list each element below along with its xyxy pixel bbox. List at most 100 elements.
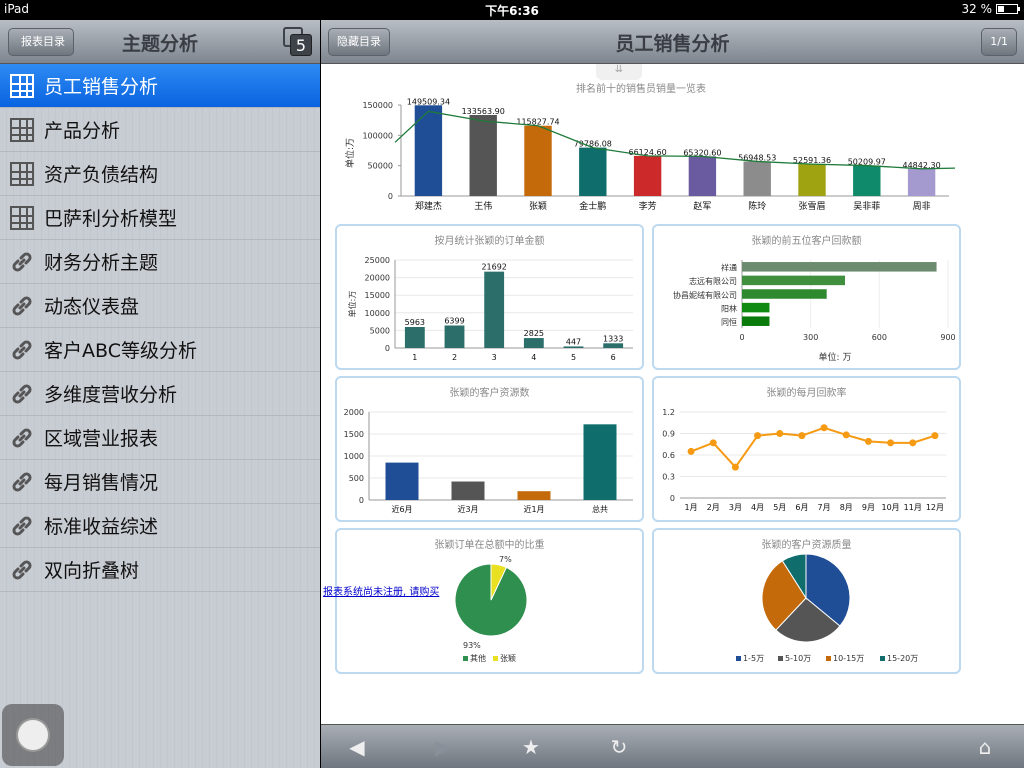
data-point [842, 431, 850, 439]
x-tick-label: 2月 [707, 503, 720, 512]
topic-item-label: 员工销售分析 [44, 76, 159, 98]
topic-item[interactable]: 员工销售分析 [0, 64, 320, 108]
bar [385, 462, 419, 500]
y-tick-label: 1.2 [662, 408, 675, 417]
tabs-icon[interactable]: 5 [282, 26, 312, 56]
topic-item[interactable]: 每月销售情况 [0, 460, 320, 504]
topic-item-label: 每月销售情况 [44, 472, 159, 494]
topic-item[interactable]: 多维度营收分析 [0, 372, 320, 416]
legend-swatch [880, 656, 885, 661]
bar [524, 125, 552, 196]
x-tick-label: 4 [531, 353, 536, 362]
star-icon[interactable]: ★ [519, 735, 543, 759]
y-tick-label: 500 [349, 474, 364, 483]
y-tick-label: 0 [359, 496, 364, 505]
x-tick-label: 0 [739, 333, 744, 342]
data-point [887, 439, 895, 447]
data-label: 5963 [405, 318, 425, 327]
y-tick-label: 同恒 [721, 317, 737, 327]
x-tick-label: 近1月 [523, 504, 544, 514]
x-tick-label: 张颖 [529, 200, 547, 212]
monthly-orders-card: 按月统计张颖的订单金额 单位:万 0 5000 10000 15000 20000 25000… [335, 224, 644, 370]
bar [469, 114, 497, 196]
topic-item-label: 财务分析主题 [44, 252, 159, 274]
unregistered-watermark-link[interactable]: 报表系统尚未注册, 请购买 [323, 583, 439, 598]
y-tick-label: 祥通 [721, 263, 737, 273]
topic-item[interactable]: 资产负债结构 [0, 152, 320, 196]
bar [798, 164, 826, 196]
refresh-icon[interactable]: ↻ [607, 735, 631, 759]
legend-swatch [493, 656, 498, 661]
legend-label: 张颖 [500, 653, 516, 663]
legend-swatch [463, 656, 468, 661]
x-tick-label: 李芳 [639, 200, 657, 212]
topic-item-label: 资产负债结构 [44, 164, 159, 186]
report-title: 员工销售分析 [615, 33, 730, 55]
topic-item-label: 产品分析 [44, 120, 121, 142]
legend-label: 其他 [470, 653, 486, 663]
top-salesperson-chart: 排名前十的销售员销量一览表单位:万 0 50000 100000 150000 14950… [344, 82, 956, 212]
x-tick-label: 7月 [818, 503, 831, 512]
y-tick-label: 100000 [362, 131, 393, 140]
topic-item[interactable]: 双向折叠树 [0, 548, 320, 592]
bar [853, 165, 881, 196]
right-navbar: 隐藏目录 员工销售分析 1/1 [321, 20, 1024, 64]
data-label: 149509.34 [407, 97, 450, 106]
bar [603, 343, 624, 348]
forward-arrow-icon[interactable]: ▶ [431, 735, 455, 759]
y-tick-label: 2000 [344, 408, 364, 417]
y-tick-label: 25000 [365, 256, 390, 265]
bar [517, 491, 551, 500]
legend-swatch [736, 656, 741, 661]
x-tick-label: 6月 [795, 503, 808, 512]
tab-count: 5 [290, 34, 312, 56]
topic-item[interactable]: 区域营业报表 [0, 416, 320, 460]
x-tick-label: 600 [872, 333, 887, 342]
data-point [931, 432, 939, 440]
legend-label: 10-15万 [833, 654, 864, 663]
link-icon [10, 294, 34, 318]
x-tick-label: 900 [940, 333, 955, 342]
topic-item[interactable]: 财务分析主题 [0, 240, 320, 284]
grid-icon [10, 117, 34, 142]
topic-item[interactable]: 产品分析 [0, 108, 320, 152]
battery-indicator: 32 % [962, 2, 1020, 16]
x-tick-label: 9月 [862, 503, 875, 512]
topic-item[interactable]: 巴萨利分析模型 [0, 196, 320, 240]
back-arrow-icon[interactable]: ◀ [345, 735, 369, 759]
bar [451, 481, 485, 500]
assistive-touch-button[interactable] [2, 704, 64, 766]
bar [742, 316, 770, 326]
data-point [709, 439, 717, 447]
chart-title: 排名前十的销售员销量一览表 [576, 82, 706, 95]
chart-title: 按月统计张颖的订单金额 [435, 234, 545, 247]
data-point [820, 424, 828, 432]
topic-item[interactable]: 客户ABC等级分析 [0, 328, 320, 372]
legend-swatch [826, 656, 831, 661]
battery-icon [996, 4, 1020, 14]
y-tick-label: 0 [388, 192, 393, 201]
x-tick-label: 陈玲 [748, 200, 766, 212]
x-tick-label: 周非 [913, 200, 931, 212]
topic-item[interactable]: 动态仪表盘 [0, 284, 320, 328]
topic-item-label: 标准收益综述 [44, 516, 159, 538]
x-tick-label: 近6月 [391, 504, 412, 514]
y-tick-label: 150000 [362, 101, 393, 110]
y-tick-label: 协昌妮绒有限公司 [673, 290, 737, 300]
x-tick-label: 3月 [729, 503, 742, 512]
x-tick-label: 8月 [840, 503, 853, 512]
topic-item[interactable]: 标准收益综述 [0, 504, 320, 548]
payment-rate-card: 张颖的每月回款率 0 0.3 0.6 0.9 1.2 1月 2月 3月 4月 5月 6月 7月 8月 9月 1… [652, 376, 961, 522]
x-tick-label: 5月 [773, 503, 786, 512]
y-axis-label: 单位:万 [344, 138, 356, 168]
data-label: 2825 [524, 329, 544, 338]
page-indicator-button[interactable]: 1/1 [981, 28, 1017, 56]
data-point [754, 432, 762, 440]
home-icon[interactable]: ⌂ [973, 735, 997, 759]
link-icon [10, 470, 34, 494]
y-tick-label: 0.3 [662, 473, 675, 482]
topic-item-label: 动态仪表盘 [44, 296, 140, 318]
x-tick-label: 王伟 [474, 200, 492, 212]
link-icon [10, 382, 34, 406]
x-tick-label: 10月 [881, 503, 899, 512]
